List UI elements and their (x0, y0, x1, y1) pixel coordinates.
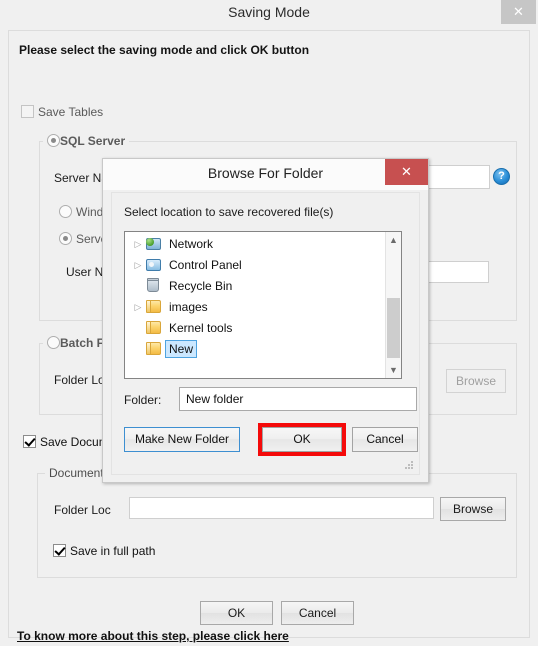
close-icon[interactable]: ✕ (385, 159, 428, 185)
tree-item[interactable]: ▷ images (125, 299, 383, 320)
folder-tree-items: ▷ Network ▷ Control Panel Recycle Bin ▷ images… (125, 236, 383, 362)
folder-icon-art (146, 342, 161, 355)
screen-root: Saving Mode ✕ Please select the saving m… (0, 0, 538, 646)
radio-dot (59, 232, 72, 245)
folder-icon (145, 320, 163, 336)
radio-dot (47, 336, 60, 349)
checkbox-box (53, 544, 66, 557)
folder-icon-art (146, 321, 161, 334)
browse-ok-button[interactable]: OK (262, 427, 342, 452)
tree-item-label: New (164, 340, 198, 358)
expander-triangle-icon[interactable]: ▷ (131, 302, 145, 313)
control-panel-icon-art (146, 259, 161, 271)
folder-icon-art (146, 300, 161, 313)
folder-icon (145, 341, 163, 357)
cancel-button[interactable]: Cancel (281, 601, 354, 625)
control-panel-icon (145, 257, 163, 273)
recycle-bin-icon (145, 278, 163, 294)
folder-tree[interactable]: ▷ Network ▷ Control Panel Recycle Bin ▷ images… (124, 231, 402, 379)
save-full-path-checkbox[interactable]: Save in full path (53, 544, 155, 558)
chevron-down-icon[interactable]: ▼ (386, 362, 401, 378)
checkbox-box (23, 435, 36, 448)
expander-triangle-icon[interactable]: ▷ (131, 239, 145, 250)
network-icon-art (146, 238, 161, 250)
tree-item[interactable]: Recycle Bin (125, 278, 383, 299)
make-new-folder-button[interactable]: Make New Folder (124, 427, 240, 452)
more-info-link[interactable]: To know more about this step, please cli… (17, 629, 289, 643)
sql-server-radio[interactable]: SQL Server (43, 134, 130, 148)
folder-icon (145, 299, 163, 315)
instruction-text: Please select the saving mode and click … (19, 43, 310, 57)
tree-item-label: Control Panel (169, 258, 242, 272)
expander-triangle-icon[interactable]: ▷ (131, 260, 145, 271)
network-icon (145, 236, 163, 252)
tree-scrollbar[interactable]: ▲ ▼ (385, 232, 401, 378)
documents-group (37, 473, 517, 578)
save-tables-checkbox[interactable]: Save Tables (21, 105, 103, 119)
tree-item-label: Kernel tools (169, 321, 233, 335)
browse-instruction: Select location to save recovered file(s… (124, 205, 334, 219)
scrollbar-thumb[interactable] (387, 298, 400, 358)
ok-button[interactable]: OK (200, 601, 273, 625)
browse-cancel-button[interactable]: Cancel (352, 427, 418, 452)
chevron-up-icon[interactable]: ▲ (386, 232, 401, 248)
save-tables-label: Save Tables (38, 105, 104, 119)
tree-item-label: Recycle Bin (169, 279, 233, 293)
radio-dot (47, 134, 60, 147)
tree-item[interactable]: ▷ Network (125, 236, 383, 257)
documents-folder-location-label: Folder Loc (54, 503, 111, 517)
browse-dialog-body: Select location to save recovered file(s… (111, 192, 420, 475)
main-titlebar: Saving Mode ✕ (0, 0, 538, 28)
documents-folder-location-input[interactable] (129, 497, 434, 519)
help-icon[interactable]: ? (493, 168, 510, 185)
browse-dialog-titlebar: Browse For Folder ✕ (103, 159, 428, 190)
documents-browse-button[interactable]: Browse (440, 497, 506, 521)
resize-grip-icon[interactable] (405, 461, 415, 471)
page-title: Saving Mode (228, 4, 310, 20)
checkbox-box (21, 105, 34, 118)
tree-item-label: Network (169, 237, 214, 251)
radio-dot (59, 205, 72, 218)
batch-browse-button[interactable]: Browse (446, 369, 506, 393)
save-full-path-label: Save in full path (70, 544, 156, 558)
tree-item-label: images (169, 300, 208, 314)
tree-item[interactable]: Kernel tools (125, 320, 383, 341)
recycle-bin-icon-art (147, 278, 159, 292)
browse-for-folder-dialog: Browse For Folder ✕ Select location to s… (102, 158, 429, 483)
sql-server-label: SQL Server (60, 134, 126, 148)
browse-dialog-title: Browse For Folder (207, 165, 324, 181)
tree-item[interactable]: New (125, 340, 383, 362)
tree-item[interactable]: ▷ Control Panel (125, 257, 383, 278)
folder-field-label: Folder: (124, 393, 162, 407)
close-icon[interactable]: ✕ (501, 0, 536, 24)
folder-name-input[interactable]: New folder (179, 387, 417, 411)
